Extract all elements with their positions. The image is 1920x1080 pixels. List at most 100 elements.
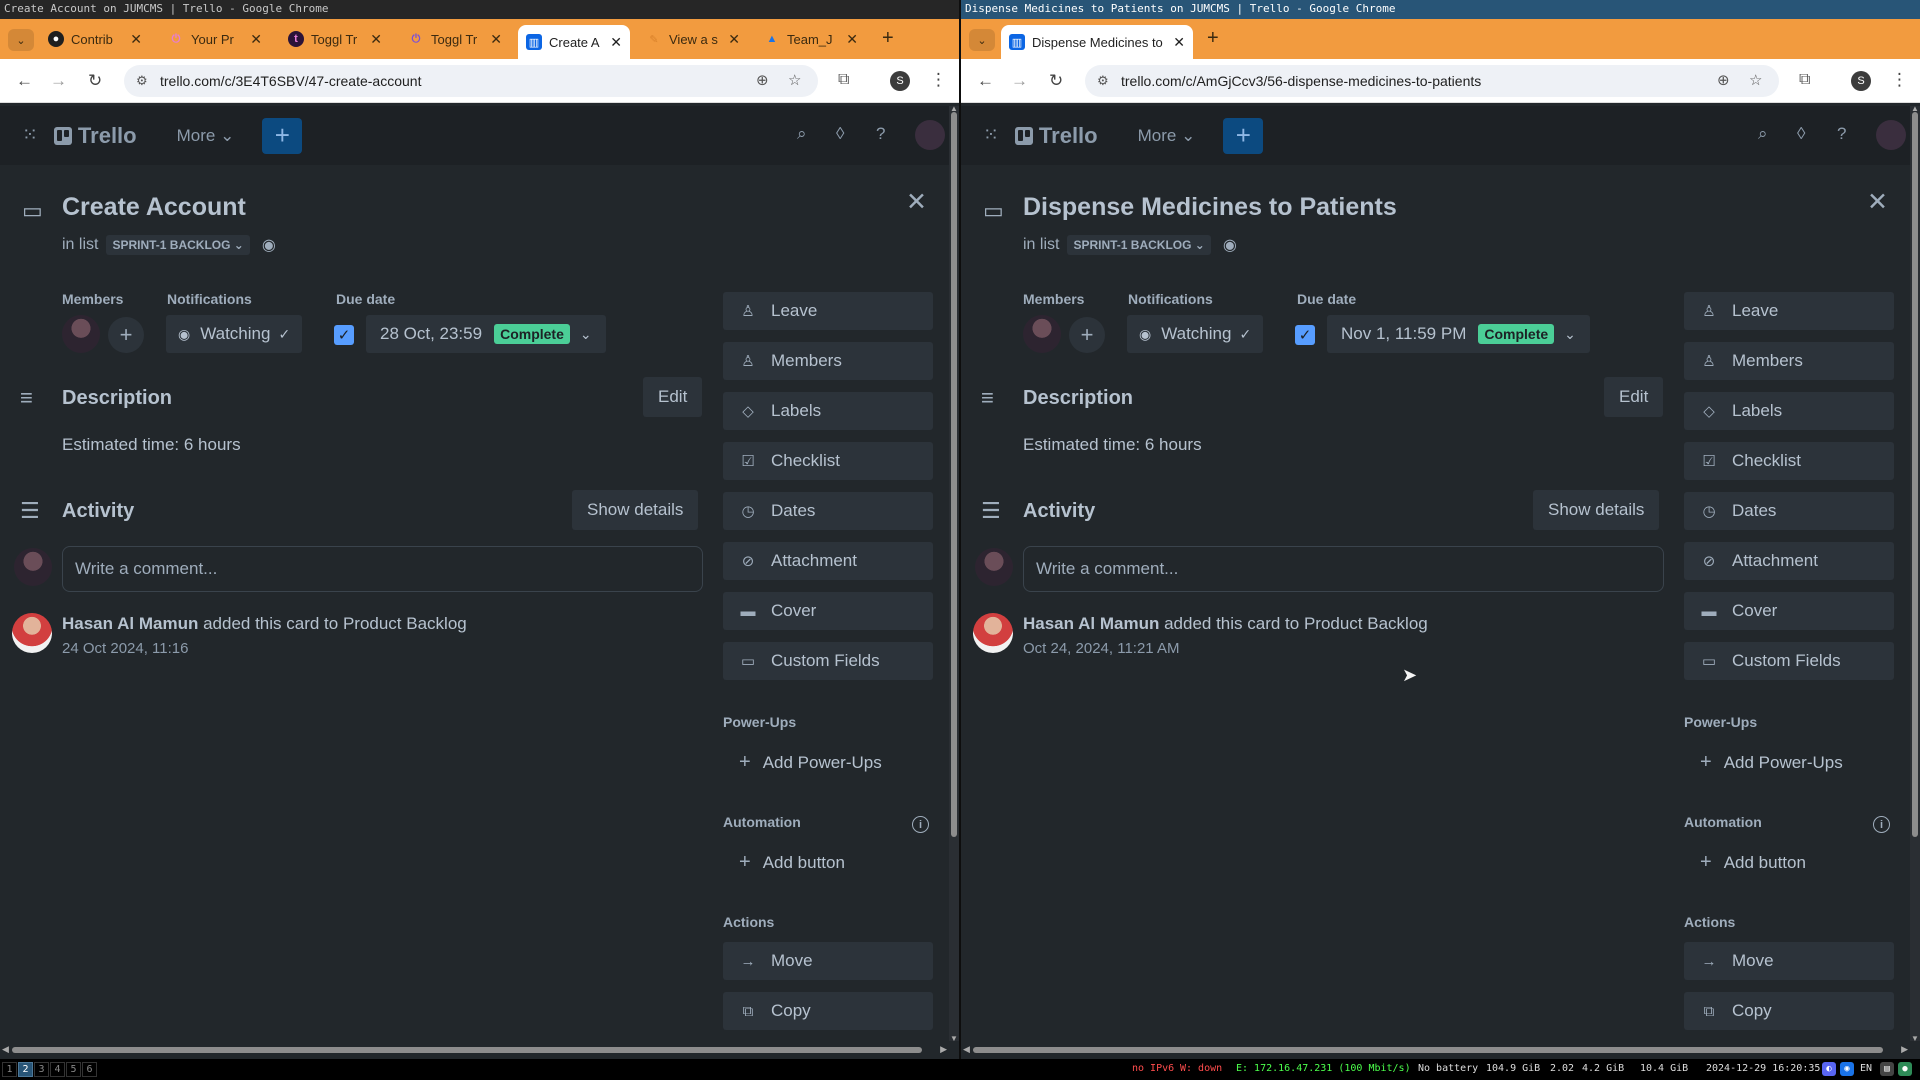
due-complete-checkbox[interactable]: ✓ bbox=[1295, 325, 1315, 345]
workspace-6[interactable]: 6 bbox=[82, 1062, 97, 1077]
move-button[interactable]: → Move bbox=[723, 942, 933, 980]
trello-logo[interactable]: Trello bbox=[1014, 123, 1098, 149]
workspace-3[interactable]: 3 bbox=[34, 1062, 49, 1077]
members-button[interactable]: ♙ Members bbox=[723, 342, 933, 380]
workspace-1[interactable]: 1 bbox=[2, 1062, 17, 1077]
vertical-scrollbar[interactable]: ▲ ▼ bbox=[1910, 104, 1920, 1043]
comment-input[interactable]: Write a comment... bbox=[62, 546, 703, 592]
custom-fields-button[interactable]: ▭ Custom Fields bbox=[1684, 642, 1894, 680]
add-powerups-button[interactable]: + Add Power-Ups bbox=[739, 751, 882, 774]
description-text[interactable]: Estimated time: 6 hours bbox=[62, 435, 241, 455]
custom-fields-button[interactable]: ▭ Custom Fields bbox=[723, 642, 933, 680]
tab-your-pr[interactable]: ⏻ Your Pr ✕ bbox=[160, 23, 270, 55]
menu-kebab-icon[interactable]: ⋮ bbox=[930, 70, 947, 90]
labels-button[interactable]: ◇ Labels bbox=[723, 392, 933, 430]
keyboard-layout[interactable]: EN bbox=[1860, 1063, 1872, 1074]
due-date-button[interactable]: Nov 1, 11:59 PM Complete ⌄ bbox=[1327, 315, 1590, 353]
app-switcher-icon[interactable]: ⁙ bbox=[22, 124, 38, 147]
tab-view-a[interactable]: ✎ View a s ✕ bbox=[638, 23, 748, 55]
watching-button[interactable]: ◉ Watching ✓ bbox=[1127, 315, 1264, 353]
edit-description-button[interactable]: Edit bbox=[1604, 377, 1664, 417]
close-tab-icon[interactable]: ✕ bbox=[846, 31, 858, 48]
member-avatar[interactable] bbox=[62, 315, 100, 353]
list-selector[interactable]: SPRINT-1 BACKLOG ⌄ bbox=[106, 235, 250, 255]
trello-logo[interactable]: Trello bbox=[53, 123, 137, 149]
attachment-button[interactable]: ⊘ Attachment bbox=[1684, 542, 1894, 580]
comment-input[interactable]: Write a comment... bbox=[1023, 546, 1664, 592]
tab-search-button[interactable]: ⌄ bbox=[8, 29, 34, 51]
activity-user[interactable]: Hasan Al Mamun bbox=[1023, 614, 1159, 633]
close-tab-icon[interactable]: ✕ bbox=[610, 34, 622, 51]
scroll-down-icon[interactable]: ▼ bbox=[950, 1034, 958, 1043]
leave-button[interactable]: ♙ Leave bbox=[723, 292, 933, 330]
search-icon[interactable]: ⌕ bbox=[797, 124, 807, 144]
profile-avatar[interactable]: S bbox=[890, 71, 910, 91]
tab-team-j[interactable]: ▲ Team_J ✕ bbox=[756, 23, 866, 55]
tab-toggl-2[interactable]: ⏻ Toggl Tr ✕ bbox=[400, 23, 510, 55]
tab-dispense-medicines[interactable]: ▥ Dispense Medicines to Patie ✕ bbox=[1001, 25, 1193, 59]
description-text[interactable]: Estimated time: 6 hours bbox=[1023, 435, 1202, 455]
workspace-5[interactable]: 5 bbox=[66, 1062, 81, 1077]
avatar[interactable] bbox=[915, 120, 945, 150]
card-title[interactable]: Dispense Medicines to Patients bbox=[1023, 193, 1397, 222]
reload-icon[interactable]: ↻ bbox=[88, 71, 102, 91]
search-icon[interactable]: ⌕ bbox=[1758, 124, 1768, 144]
menu-kebab-icon[interactable]: ⋮ bbox=[1891, 70, 1908, 90]
close-tab-icon[interactable]: ✕ bbox=[490, 31, 502, 48]
scroll-down-icon[interactable]: ▼ bbox=[1911, 1034, 1919, 1043]
vertical-scrollbar[interactable]: ▲ ▼ bbox=[949, 104, 959, 1043]
network-icon[interactable]: ▤ bbox=[1880, 1062, 1894, 1076]
new-tab-icon[interactable]: + bbox=[1207, 27, 1219, 50]
system-tray-icon[interactable]: ● bbox=[1898, 1062, 1912, 1076]
add-button-button[interactable]: + Add button bbox=[1700, 851, 1806, 874]
dates-button[interactable]: ◷ Dates bbox=[723, 492, 933, 530]
extensions-icon[interactable]: ⧉ bbox=[1799, 71, 1810, 89]
new-tab-icon[interactable]: + bbox=[882, 27, 894, 50]
extensions-icon[interactable]: ⧉ bbox=[838, 71, 849, 89]
back-icon[interactable]: ← bbox=[977, 71, 994, 91]
show-details-button[interactable]: Show details bbox=[1533, 490, 1660, 530]
site-info-icon[interactable]: ⚙ bbox=[136, 73, 148, 89]
activity-avatar[interactable] bbox=[973, 613, 1013, 653]
workspace-2[interactable]: 2 bbox=[18, 1062, 33, 1077]
add-powerups-button[interactable]: + Add Power-Ups bbox=[1700, 751, 1843, 774]
info-icon[interactable]: i bbox=[1873, 816, 1890, 833]
close-tab-icon[interactable]: ✕ bbox=[370, 31, 382, 48]
scroll-right-icon[interactable]: ▶ bbox=[1901, 1044, 1908, 1055]
create-button[interactable]: + bbox=[1223, 117, 1264, 154]
checklist-button[interactable]: ☑ Checklist bbox=[1684, 442, 1894, 480]
horizontal-scrollbar[interactable]: ◀ ▶ bbox=[961, 1041, 1910, 1059]
cover-button[interactable]: ▬ Cover bbox=[723, 592, 933, 630]
edit-description-button[interactable]: Edit bbox=[643, 377, 703, 417]
activity-timestamp[interactable]: 24 Oct 2024, 11:16 bbox=[62, 640, 188, 657]
address-bar[interactable]: ⚙ trello.com/c/3E4T6SBV/47-create-accoun… bbox=[124, 65, 818, 97]
tab-toggl-1[interactable]: t Toggl Tr ✕ bbox=[280, 23, 390, 55]
tab-create-account[interactable]: ▥ Create A ✕ bbox=[518, 25, 630, 59]
add-button-button[interactable]: + Add button bbox=[739, 851, 845, 874]
close-icon[interactable]: ✕ bbox=[1867, 187, 1888, 217]
close-icon[interactable]: ✕ bbox=[906, 187, 927, 217]
tab-search-button[interactable]: ⌄ bbox=[969, 29, 995, 51]
more-menu[interactable]: More ⌄ bbox=[1138, 126, 1196, 146]
forward-icon[interactable]: → bbox=[50, 71, 67, 91]
due-date-button[interactable]: 28 Oct, 23:59 Complete ⌄ bbox=[366, 315, 606, 353]
avatar[interactable] bbox=[1876, 120, 1906, 150]
scrollbar-thumb[interactable] bbox=[951, 112, 957, 837]
reload-icon[interactable]: ↻ bbox=[1049, 71, 1063, 91]
scrollbar-thumb[interactable] bbox=[973, 1047, 1883, 1053]
create-button[interactable]: + bbox=[262, 117, 303, 154]
bookmark-star-icon[interactable]: ☆ bbox=[1749, 71, 1762, 89]
leave-button[interactable]: ♙ Leave bbox=[1684, 292, 1894, 330]
labels-button[interactable]: ◇ Labels bbox=[1684, 392, 1894, 430]
close-tab-icon[interactable]: ✕ bbox=[250, 31, 262, 48]
activity-user[interactable]: Hasan Al Mamun bbox=[62, 614, 198, 633]
back-icon[interactable]: ← bbox=[16, 71, 33, 91]
activity-timestamp[interactable]: Oct 24, 2024, 11:21 AM bbox=[1023, 640, 1180, 657]
dates-button[interactable]: ◷ Dates bbox=[1684, 492, 1894, 530]
scrollbar-thumb[interactable] bbox=[1912, 112, 1918, 837]
copy-button[interactable]: ⧉ Copy bbox=[1684, 992, 1894, 1030]
workspace-4[interactable]: 4 bbox=[50, 1062, 65, 1077]
tab-contrib[interactable]: ● Contrib ✕ bbox=[40, 23, 150, 55]
due-complete-checkbox[interactable]: ✓ bbox=[334, 325, 354, 345]
checklist-button[interactable]: ☑ Checklist bbox=[723, 442, 933, 480]
